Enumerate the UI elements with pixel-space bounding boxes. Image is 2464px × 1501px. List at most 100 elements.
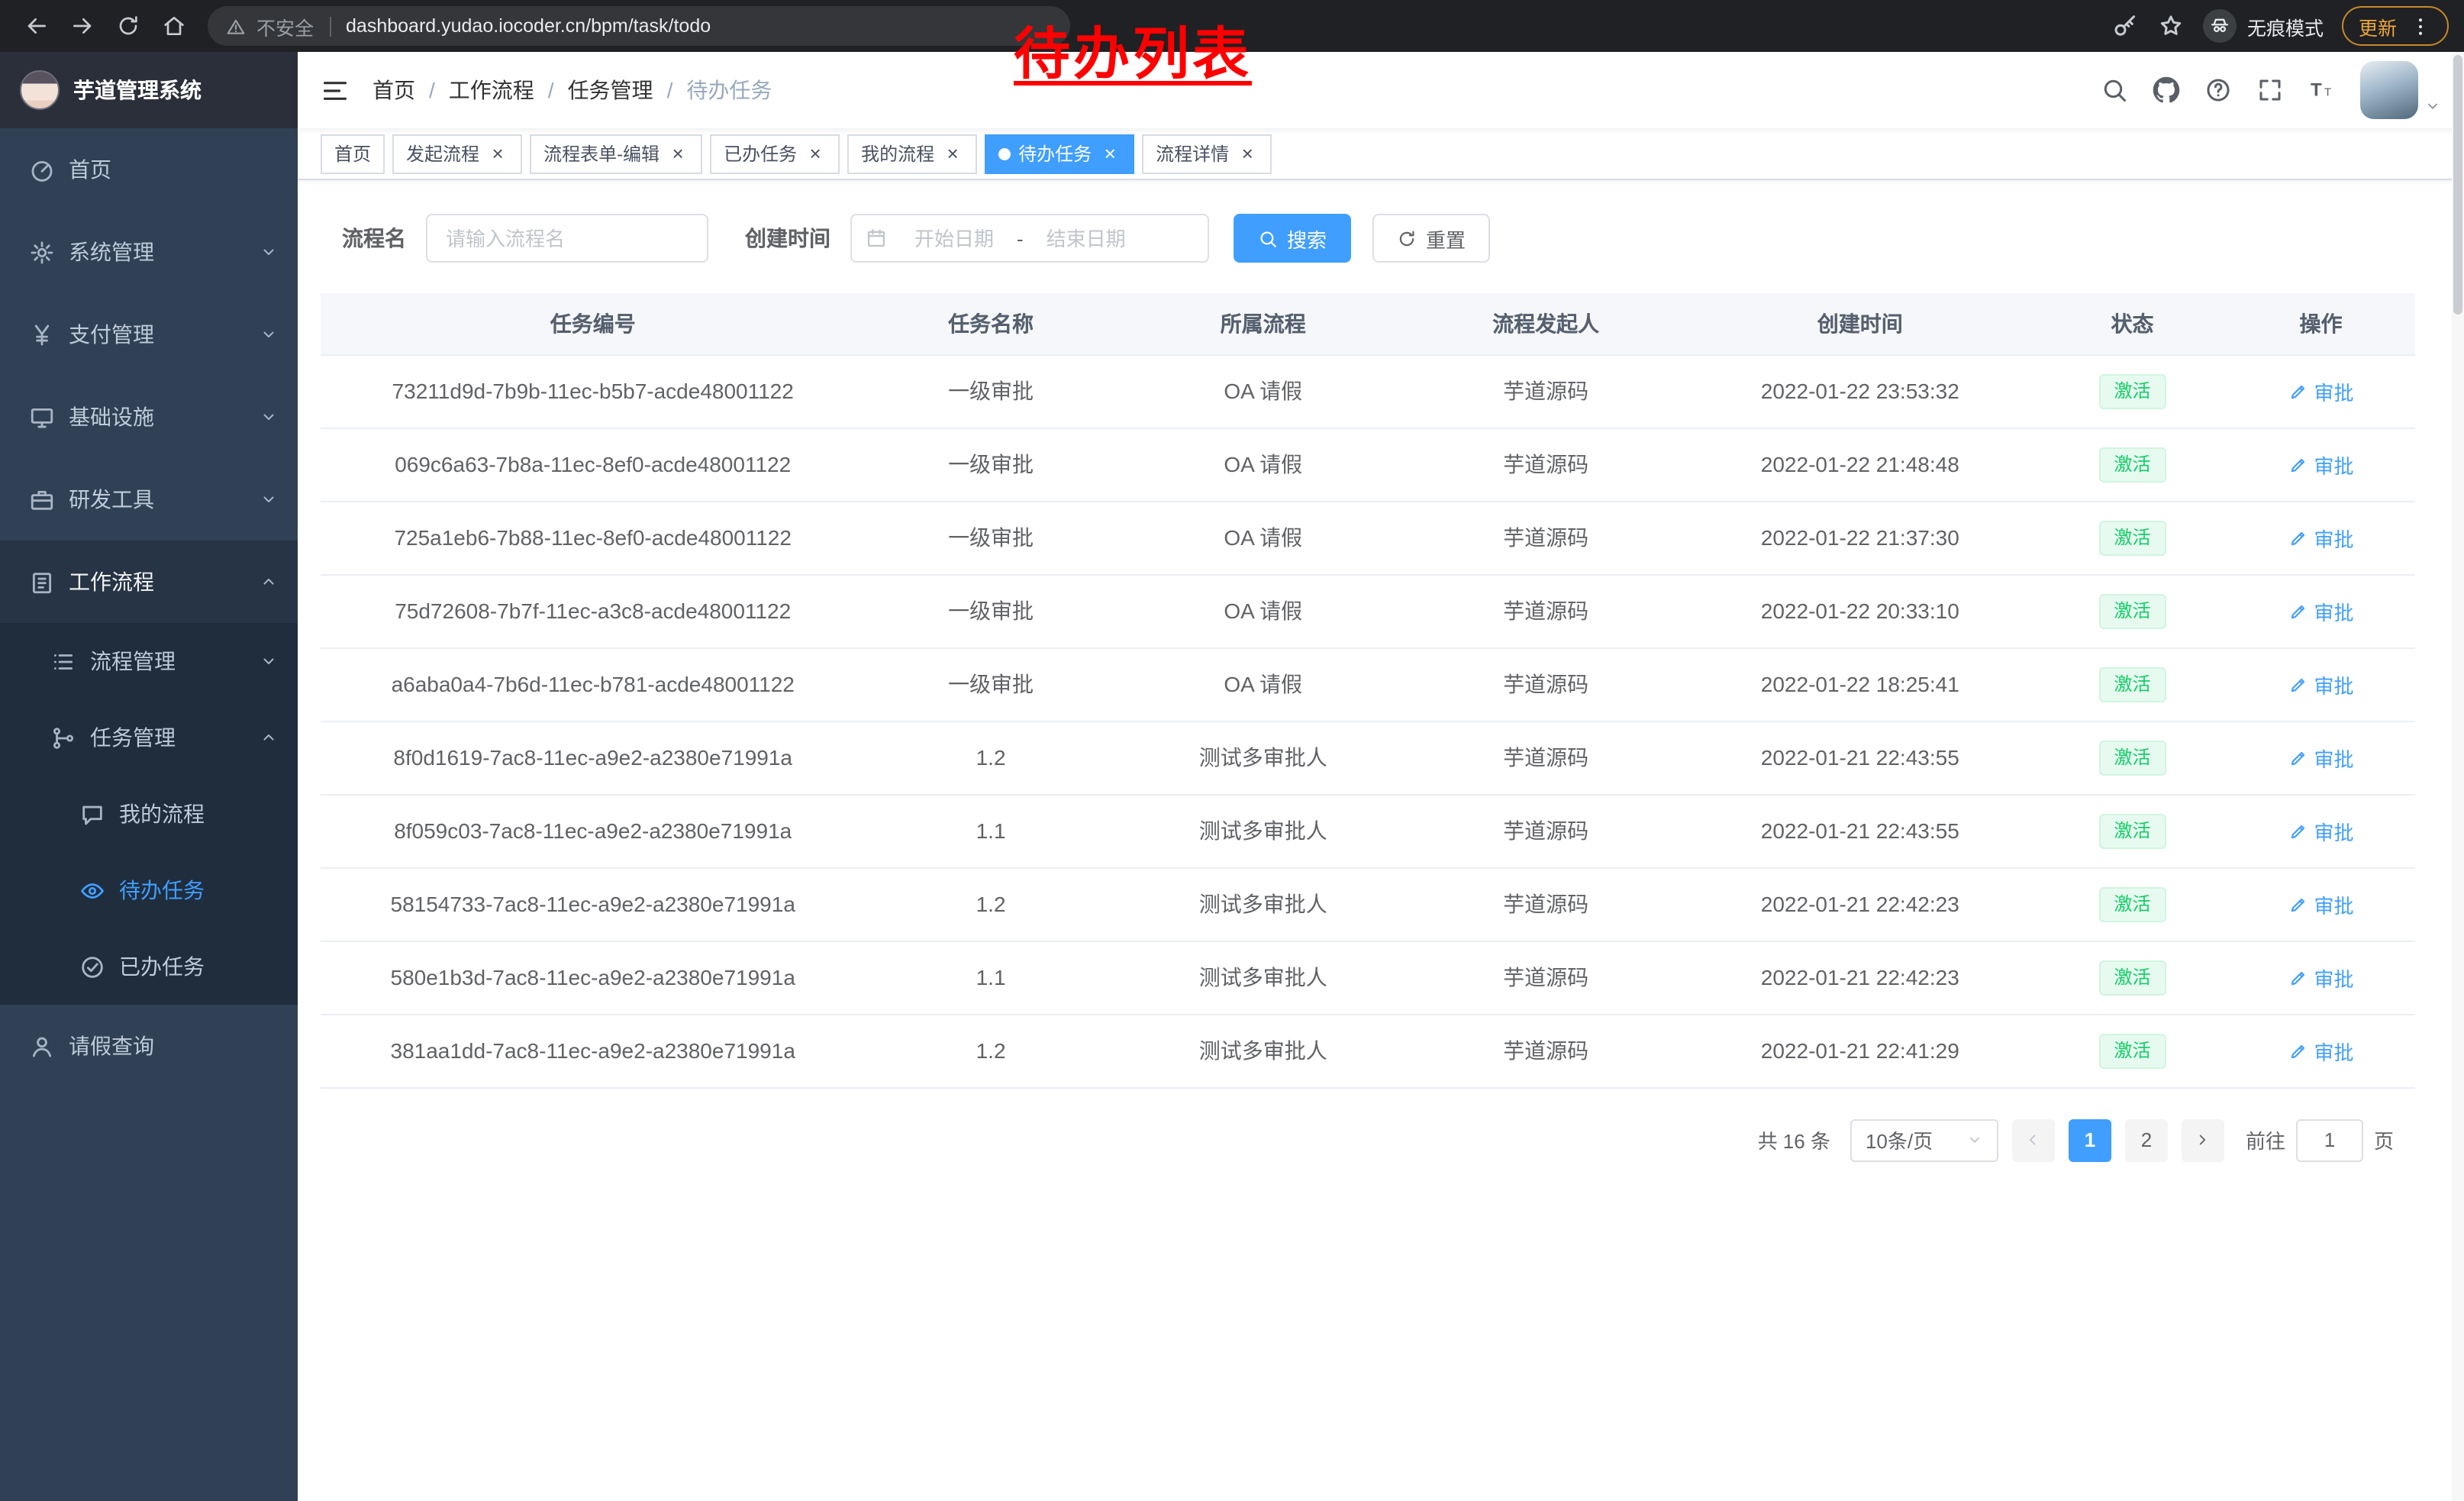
- cell-time: 2022-01-22 21:48:48: [1682, 428, 2038, 501]
- address-bar[interactable]: 不安全 dashboard.yudao.iocoder.cn/bpm/task/…: [208, 6, 1070, 46]
- tab-发起流程[interactable]: 发起流程×: [392, 134, 522, 173]
- github-icon[interactable]: [2153, 76, 2180, 104]
- tab-label: 已办任务: [724, 140, 797, 166]
- fullscreen-icon[interactable]: [2256, 76, 2284, 104]
- breadcrumb-item[interactable]: 工作流程: [449, 75, 534, 105]
- tab-首页[interactable]: 首页: [321, 134, 385, 173]
- status-badge: 激活: [2098, 960, 2166, 995]
- chrome-refresh-icon[interactable]: [107, 5, 150, 47]
- chevron-down-icon: [260, 408, 278, 426]
- tab-已办任务[interactable]: 已办任务 ×: [710, 134, 840, 173]
- tab-待办任务[interactable]: 待办任务×: [985, 134, 1134, 173]
- cell-status: 激活: [2038, 428, 2227, 501]
- sidebar-item-infrastructure[interactable]: 基础设施: [0, 376, 298, 458]
- chrome-back-icon[interactable]: [15, 5, 58, 47]
- sidebar-item-system[interactable]: 系统管理: [0, 211, 298, 293]
- sidebar-item-process-mgmt[interactable]: 流程管理: [0, 623, 298, 699]
- cell-name: 一级审批: [865, 501, 1116, 574]
- reset-button[interactable]: 重置: [1372, 214, 1490, 263]
- page-button-1[interactable]: 1: [2069, 1118, 2111, 1161]
- cell-time: 2022-01-21 22:42:23: [1682, 941, 2038, 1014]
- pagination: 共 16 条 10条/页 12 前往 页: [321, 1118, 2394, 1161]
- approve-link[interactable]: 审批: [2288, 1036, 2353, 1065]
- date-range-picker[interactable]: -: [850, 214, 1209, 263]
- breadcrumb-item[interactable]: 首页: [373, 75, 415, 105]
- approve-link[interactable]: 审批: [2288, 889, 2353, 918]
- sidebar-item-home[interactable]: 首页: [0, 128, 298, 211]
- sidebar-logo[interactable]: 芋道管理系统: [0, 52, 298, 128]
- tab-流程表单-编辑[interactable]: 流程表单-编辑×: [530, 134, 702, 173]
- chrome-home-icon[interactable]: [153, 5, 195, 47]
- next-page-button[interactable]: [2182, 1118, 2224, 1161]
- chrome-forward-icon[interactable]: [61, 5, 104, 47]
- branch-icon: [50, 725, 76, 750]
- cell-starter: 芋道源码: [1410, 574, 1682, 647]
- logo-title: 芋道管理系统: [73, 75, 202, 105]
- sidebar-item-my-process[interactable]: 我的流程: [0, 776, 298, 852]
- sidebar-item-task-mgmt[interactable]: 任务管理: [0, 699, 298, 776]
- home-icon: [162, 14, 186, 38]
- prev-page-button[interactable]: [2012, 1118, 2055, 1161]
- forward-icon: [70, 14, 95, 38]
- approve-link[interactable]: 审批: [2288, 376, 2353, 405]
- chevron-down-icon: [1966, 1131, 1983, 1148]
- cell-process: OA 请假: [1117, 354, 1410, 428]
- more-menu-icon[interactable]: [2409, 15, 2432, 37]
- star-icon[interactable]: [2157, 12, 2185, 40]
- start-date-input[interactable]: [895, 227, 1014, 250]
- cell-id: a6aba0a4-7b6d-11ec-b781-acde48001122: [321, 647, 865, 721]
- user-avatar-dropdown[interactable]: [2360, 61, 2441, 119]
- approve-link[interactable]: 审批: [2288, 596, 2353, 625]
- help-icon[interactable]: [2204, 76, 2232, 104]
- page-size-select[interactable]: 10条/页: [1850, 1118, 1998, 1161]
- close-tab-icon[interactable]: ×: [805, 143, 826, 164]
- search-button[interactable]: 搜索: [1234, 214, 1351, 263]
- search-icon[interactable]: [2101, 76, 2128, 104]
- yen-icon: [29, 321, 55, 347]
- cell-process: OA 请假: [1117, 428, 1410, 501]
- key-icon[interactable]: [2111, 12, 2139, 40]
- approve-link[interactable]: 审批: [2288, 523, 2353, 552]
- table-row: 725a1eb6-7b88-11ec-8ef0-acde48001122一级审批…: [321, 501, 2415, 574]
- tab-label: 我的流程: [861, 140, 934, 166]
- approve-link[interactable]: 审批: [2288, 743, 2353, 772]
- sidebar-item-todo-task[interactable]: 待办任务: [0, 852, 298, 928]
- monitor-icon: [29, 404, 55, 430]
- chevron-down-icon: [260, 325, 278, 344]
- scrollbar-thumb[interactable]: [2453, 55, 2462, 315]
- cell-starter: 芋道源码: [1410, 354, 1682, 428]
- approve-link[interactable]: 审批: [2288, 963, 2353, 992]
- close-tab-icon[interactable]: ×: [942, 143, 963, 164]
- fold-menu-icon[interactable]: [321, 76, 350, 105]
- font-size-icon[interactable]: TT: [2308, 76, 2336, 104]
- approve-link[interactable]: 审批: [2288, 670, 2353, 699]
- sidebar-item-workflow[interactable]: 工作流程: [0, 541, 298, 623]
- close-tab-icon[interactable]: ×: [667, 143, 689, 164]
- end-date-input[interactable]: [1027, 227, 1146, 250]
- sidebar-item-payment[interactable]: 支付管理: [0, 293, 298, 376]
- eye-icon: [79, 877, 105, 903]
- approve-link[interactable]: 审批: [2288, 450, 2353, 479]
- refresh-icon: [1397, 228, 1417, 248]
- approve-link[interactable]: 审批: [2288, 816, 2353, 845]
- sidebar-item-leave-query[interactable]: 请假查询: [0, 1005, 298, 1087]
- chevron-right-icon: [2195, 1131, 2211, 1148]
- close-tab-icon[interactable]: ×: [487, 143, 508, 164]
- process-name-input[interactable]: [426, 214, 708, 263]
- breadcrumb-item[interactable]: 任务管理: [568, 75, 653, 105]
- sidebar-item-done-task[interactable]: 已办任务: [0, 928, 298, 1005]
- user-icon: [29, 1033, 55, 1059]
- page-scrollbar[interactable]: [2452, 52, 2464, 1501]
- tab-我的流程[interactable]: 我的流程 ×: [847, 134, 977, 173]
- briefcase-icon: [29, 486, 55, 512]
- check-icon: [79, 954, 105, 980]
- tab-流程详情[interactable]: 流程详情×: [1142, 134, 1272, 173]
- sidebar-item-devtools[interactable]: 研发工具: [0, 458, 298, 541]
- page-button-2[interactable]: 2: [2125, 1118, 2168, 1161]
- cell-action: 审批: [2227, 721, 2415, 794]
- cell-time: 2022-01-22 21:37:30: [1682, 501, 2038, 574]
- close-tab-icon[interactable]: ×: [1237, 143, 1258, 164]
- goto-page-input[interactable]: [2296, 1118, 2363, 1161]
- close-tab-icon[interactable]: ×: [1099, 143, 1121, 164]
- update-button[interactable]: 更新: [2342, 6, 2449, 46]
